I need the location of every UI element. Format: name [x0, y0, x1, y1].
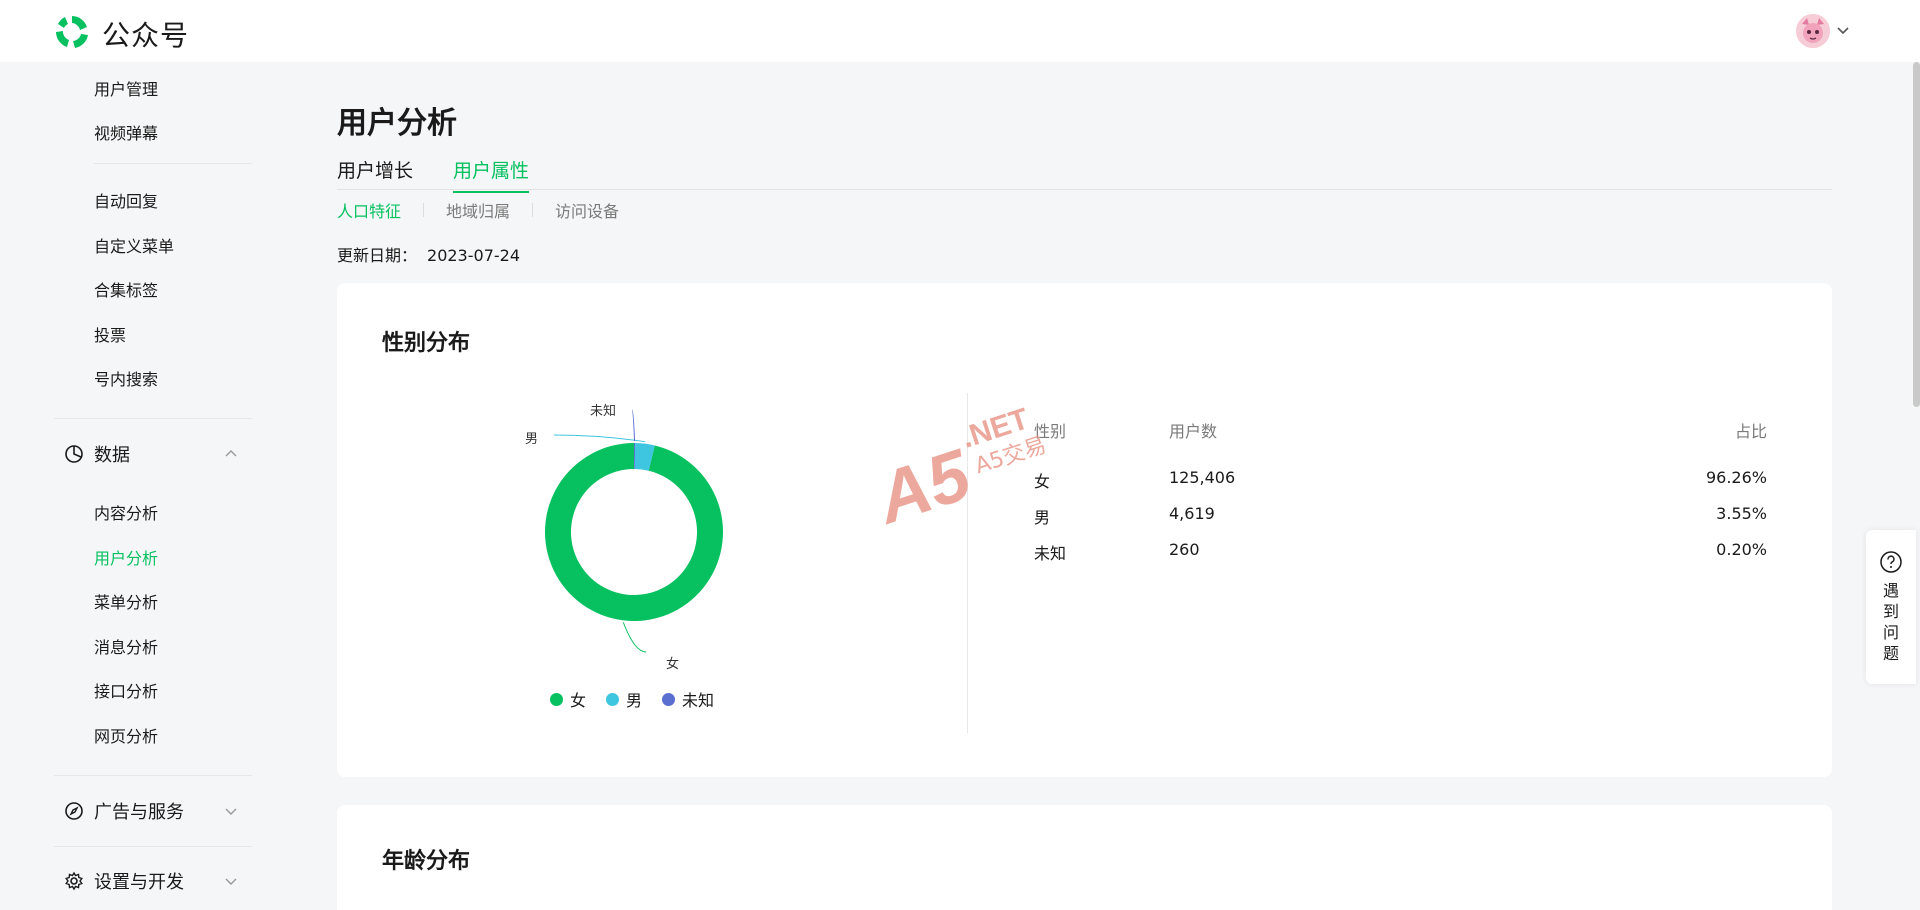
tab-user-attributes[interactable]: 用户属性 [453, 156, 530, 193]
sidebar-divider [54, 775, 252, 776]
legend-item[interactable]: 男 [606, 687, 642, 711]
table-cell-percent: 0.20% [1716, 540, 1767, 559]
legend-label: 男 [626, 691, 643, 710]
subtab-demographics[interactable]: 人口特征 [337, 198, 401, 222]
gender-table: 性别 用户数 占比 女 125,406 96.26% 男 4,619 3.55%… [1034, 418, 1767, 576]
sidebar-group-label: 设置与开发 [94, 872, 184, 893]
donut-label: 女 [666, 656, 679, 672]
sidebar-item-message-analysis[interactable]: 消息分析 [94, 634, 158, 658]
gender-distribution-card: 性别分布 女男未知 女男未知 性别 用户数 占比 女 125,406 96.26… [337, 283, 1832, 777]
table-header-row: 性别 用户数 占比 [1034, 418, 1767, 468]
legend-item[interactable]: 女 [550, 687, 586, 711]
donut-slice-0[interactable] [545, 443, 723, 621]
pie-chart-icon [65, 445, 83, 463]
compass-icon [65, 802, 83, 820]
subtab-separator [423, 203, 425, 217]
legend-dot-icon [606, 692, 620, 706]
table-header-percent: 占比 [1734, 422, 1767, 441]
top-bar: 公众号 [0, 0, 1920, 62]
table-row: 未知 260 0.20% [1034, 540, 1767, 576]
table-header-gender: 性别 [1034, 422, 1067, 441]
legend-item[interactable]: 未知 [662, 687, 714, 711]
sidebar-item-auto-reply[interactable]: 自动回复 [94, 188, 158, 212]
sidebar-item-webpage-analysis[interactable]: 网页分析 [94, 723, 158, 747]
subtab-region[interactable]: 地域归属 [446, 198, 510, 222]
sidebar-item-video-danmaku[interactable]: 视频弹幕 [94, 120, 158, 144]
sidebar-group-label: 广告与服务 [94, 802, 184, 823]
sidebar-group-settings-dev[interactable]: 设置与开发 [64, 868, 237, 894]
donut-leader-line [631, 409, 636, 442]
tab-user-growth[interactable]: 用户增长 [337, 156, 413, 191]
table-cell-users: 260 [1169, 540, 1200, 559]
sidebar-item-api-analysis[interactable]: 接口分析 [94, 678, 158, 702]
table-header-users: 用户数 [1169, 422, 1218, 441]
sidebar-item-user-management[interactable]: 用户管理 [94, 76, 158, 100]
avatar[interactable] [1796, 14, 1830, 48]
card-divider [967, 393, 968, 733]
legend-dot-icon [550, 692, 563, 706]
update-date-value: 2023-07-24 [427, 246, 520, 265]
subtab-separator [532, 203, 534, 217]
chevron-down-icon [225, 878, 237, 885]
main-tabs: 用户增长 用户属性 [337, 156, 1832, 193]
table-cell-gender: 未知 [1034, 544, 1067, 563]
table-cell-users: 4,619 [1169, 504, 1215, 523]
donut-label: 未知 [590, 403, 616, 419]
table-cell-users: 125,406 [1169, 468, 1236, 487]
sidebar-item-user-analysis[interactable]: 用户分析 [94, 545, 158, 569]
chart-legend: 女 男 未知 [550, 688, 734, 710]
wechat-logo-icon[interactable] [53, 13, 91, 51]
sidebar-divider [54, 846, 252, 847]
logo-text: 公众号 [102, 19, 190, 52]
update-date: 更新日期： 2023-07-24 [337, 242, 520, 266]
chevron-down-icon [225, 808, 237, 815]
avatar-image-icon [1796, 14, 1830, 48]
sidebar-item-collection-tags[interactable]: 合集标签 [94, 277, 158, 301]
table-cell-percent: 3.55% [1716, 504, 1767, 523]
help-float-button[interactable]: 遇到问题 [1866, 530, 1916, 684]
sidebar: 用户管理 视频弹幕 自动回复 自定义菜单 合集标签 投票 号内搜索 数据 内容分… [0, 62, 300, 910]
sidebar-group-ads-services[interactable]: 广告与服务 [64, 798, 237, 824]
question-icon [1880, 551, 1902, 573]
sidebar-item-menu-analysis[interactable]: 菜单分析 [94, 589, 158, 613]
sidebar-divider [54, 418, 252, 419]
sidebar-item-content-analysis[interactable]: 内容分析 [94, 500, 158, 524]
sidebar-item-custom-menu[interactable]: 自定义菜单 [94, 233, 174, 257]
page-title: 用户分析 [337, 106, 457, 141]
table-row: 男 4,619 3.55% [1034, 504, 1767, 540]
page-scrollbar[interactable] [1913, 62, 1920, 407]
sidebar-item-account-search[interactable]: 号内搜索 [94, 366, 158, 390]
sidebar-item-vote[interactable]: 投票 [94, 322, 126, 346]
chevron-up-icon [225, 450, 237, 457]
legend-dot-icon [662, 692, 676, 706]
sidebar-group-label: 数据 [94, 445, 130, 466]
gear-icon [65, 871, 83, 891]
donut-leader-line [553, 434, 646, 443]
sidebar-group-data[interactable]: 数据 [64, 441, 237, 467]
donut-leader-line [622, 622, 647, 653]
subtab-devices[interactable]: 访问设备 [555, 198, 619, 222]
table-row: 女 125,406 96.26% [1034, 468, 1767, 504]
age-distribution-card: 年龄分布 [337, 805, 1832, 910]
table-cell-gender: 男 [1034, 508, 1051, 527]
donut-label: 男 [525, 432, 538, 447]
table-cell-percent: 96.26% [1705, 468, 1767, 487]
sidebar-divider [94, 163, 252, 164]
update-date-label: 更新日期： [337, 246, 418, 265]
sub-tabs: 人口特征 地域归属 访问设备 [337, 199, 619, 221]
legend-label: 女 [570, 691, 587, 710]
help-label: 遇到问题 [1883, 581, 1900, 663]
table-cell-gender: 女 [1034, 472, 1051, 491]
legend-label: 未知 [682, 691, 715, 710]
chevron-down-icon[interactable] [1836, 24, 1850, 38]
card-title: 年龄分布 [382, 849, 471, 874]
